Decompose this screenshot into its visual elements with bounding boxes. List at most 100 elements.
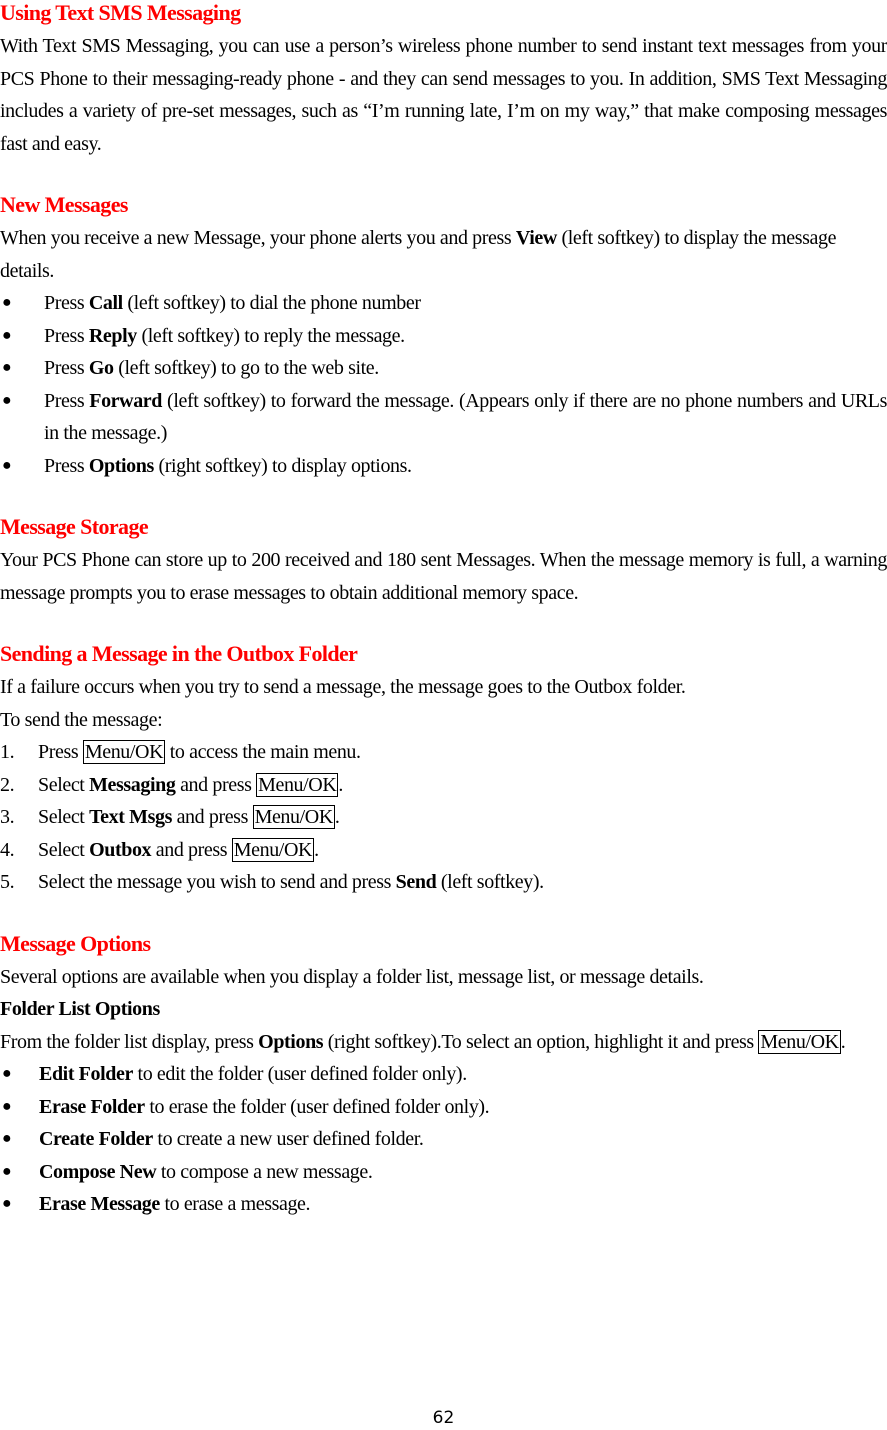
- new-messages-bullet-list: ● Press Call (left softkey) to dial the p…: [0, 287, 887, 482]
- menu-ok-key: Menu/OK: [758, 1029, 841, 1054]
- item-text: Press: [44, 389, 90, 412]
- item-text: (left softkey) to dial the phone number: [122, 292, 421, 314]
- bullet-icon: ●: [2, 1065, 12, 1082]
- step-number: 5.: [0, 871, 15, 893]
- softkey-options: Options: [258, 1030, 324, 1053]
- heading-message-options: Message Options: [0, 930, 151, 956]
- softkey-options: Options: [88, 454, 154, 477]
- softkey-call: Call: [88, 292, 123, 314]
- menu-ok-key: Menu/OK: [256, 772, 339, 797]
- menu-ok-key: Menu/OK: [82, 740, 166, 764]
- document-page: Using Text SMS Messaging With Text SMS M…: [0, 0, 887, 1221]
- item-text: to compose a new message.: [156, 1160, 373, 1183]
- softkey-send: Send: [395, 871, 437, 893]
- step-text: to access the main menu.: [165, 741, 361, 763]
- subheading-text: Folder List Options: [0, 998, 160, 1020]
- bullet-icon: ●: [2, 1195, 12, 1212]
- step-number: 3.: [0, 806, 15, 828]
- outbox-failure-text: If a failure occurs when you try to send…: [0, 676, 686, 698]
- step-number: 4.: [0, 838, 15, 861]
- intro-text: When you receive a new Message, your pho…: [0, 227, 516, 249]
- softkey-view: View: [515, 227, 557, 249]
- list-item: ● Press Call (left softkey) to dial the p…: [0, 287, 887, 320]
- list-item: ● Press Go (left softkey) to go to the we…: [0, 352, 887, 385]
- list-item: ● Press Forward (left softkey) to forward…: [0, 385, 887, 450]
- menu-text-msgs: Text Msgs: [89, 806, 172, 828]
- bullet-icon: ●: [2, 391, 12, 409]
- heading-message-storage: Message Storage: [0, 514, 149, 539]
- list-item: ● Press Reply (left softkey) to reply the…: [0, 320, 887, 353]
- step-text: and press: [151, 838, 232, 861]
- step-item: 3. Select Text Msgs and press Menu/OK.: [0, 801, 887, 834]
- step-text: and press: [171, 806, 253, 828]
- step-number: 2.: [0, 773, 15, 796]
- instr-text: (right softkey).To select an option, hig…: [323, 1030, 759, 1053]
- list-item: ● Press Options (right softkey) to displa…: [0, 450, 887, 483]
- item-text: to erase the folder (user defined folder…: [144, 1095, 490, 1118]
- step-text: .: [314, 838, 319, 861]
- list-item: ● Erase Message to erase a message.: [0, 1188, 887, 1221]
- step-text: Select the message you wish to send and …: [38, 871, 396, 893]
- item-text: to erase a message.: [159, 1193, 311, 1215]
- option-compose-new: Compose New: [39, 1160, 157, 1183]
- step-text: .: [338, 773, 343, 796]
- option-edit-folder: Edit Folder: [39, 1063, 133, 1085]
- subheading-folder-list-options: Folder List Options: [0, 993, 887, 1026]
- step-item: 1. Press Menu/OK to access the main menu.: [0, 736, 887, 769]
- bullet-icon: ●: [2, 1162, 12, 1180]
- item-text: (left softkey) to reply the message.: [136, 324, 405, 347]
- step-item: 4. Select Outbox and press Menu/OK.: [0, 834, 887, 867]
- step-text: .: [334, 806, 340, 828]
- outbox-steps-list: 1. Press Menu/OK to access the main menu.…: [0, 736, 887, 899]
- sms-intro-paragraph: With Text SMS Messaging, you can use a p…: [0, 35, 887, 155]
- item-text: to create a new user defined folder.: [152, 1128, 424, 1150]
- bullet-icon: ●: [2, 359, 12, 376]
- bullet-icon: ●: [2, 1097, 12, 1115]
- step-text: Select: [38, 806, 90, 828]
- menu-messaging: Messaging: [89, 773, 176, 796]
- heading-using-text-sms: Using Text SMS Messaging: [0, 0, 241, 25]
- heading-new-messages: New Messages: [0, 192, 128, 217]
- new-messages-intro: When you receive a new Message, your pho…: [0, 222, 887, 287]
- menu-outbox: Outbox: [89, 838, 152, 861]
- item-text: Press: [44, 357, 89, 379]
- outbox-send-intro: To send the message:: [0, 708, 163, 731]
- list-item: ● Compose New to compose a new message.: [0, 1156, 887, 1189]
- list-item: ● Create Folder to create a new user defi…: [0, 1123, 887, 1156]
- page-number: 62: [432, 1408, 455, 1428]
- softkey-reply: Reply: [88, 324, 137, 347]
- instr-text: From the folder list display, press: [0, 1030, 259, 1053]
- menu-ok-key: Menu/OK: [231, 837, 315, 862]
- item-text: Press: [44, 454, 89, 477]
- list-item: ● Edit Folder to edit the folder (user de…: [0, 1058, 887, 1091]
- bullet-icon: ●: [2, 456, 12, 474]
- step-text: Select: [38, 838, 90, 861]
- folder-list-instructions: From the folder list display, press Opti…: [0, 1026, 887, 1059]
- option-create-folder: Create Folder: [39, 1128, 153, 1150]
- item-text: (left softkey) to go to the web site.: [113, 357, 379, 379]
- folder-options-list: ● Edit Folder to edit the folder (user de…: [0, 1058, 887, 1221]
- list-item: ● Erase Folder to erase the folder (user …: [0, 1091, 887, 1124]
- softkey-go: Go: [88, 357, 114, 379]
- storage-paragraph: Your PCS Phone can store up to 200 recei…: [0, 549, 887, 604]
- option-erase-folder: Erase Folder: [39, 1095, 145, 1118]
- step-text: (left softkey).: [436, 871, 544, 893]
- bullet-icon: ●: [2, 294, 12, 311]
- step-text: and press: [175, 773, 257, 796]
- instr-text: .: [840, 1030, 846, 1053]
- softkey-forward: Forward: [89, 389, 163, 412]
- options-intro: Several options are available when you d…: [0, 965, 704, 988]
- item-text: to edit the folder (user defined folder …: [132, 1063, 468, 1085]
- step-item: 2. Select Messaging and press Menu/OK.: [0, 769, 887, 802]
- option-erase-message: Erase Message: [39, 1193, 160, 1215]
- bullet-icon: ●: [2, 326, 12, 344]
- step-number: 1.: [0, 741, 15, 763]
- item-text: Press: [44, 324, 89, 347]
- item-text: (right softkey) to display options.: [153, 454, 412, 477]
- step-item: 5. Select the message you wish to send an…: [0, 866, 887, 899]
- step-text: Select: [38, 773, 90, 796]
